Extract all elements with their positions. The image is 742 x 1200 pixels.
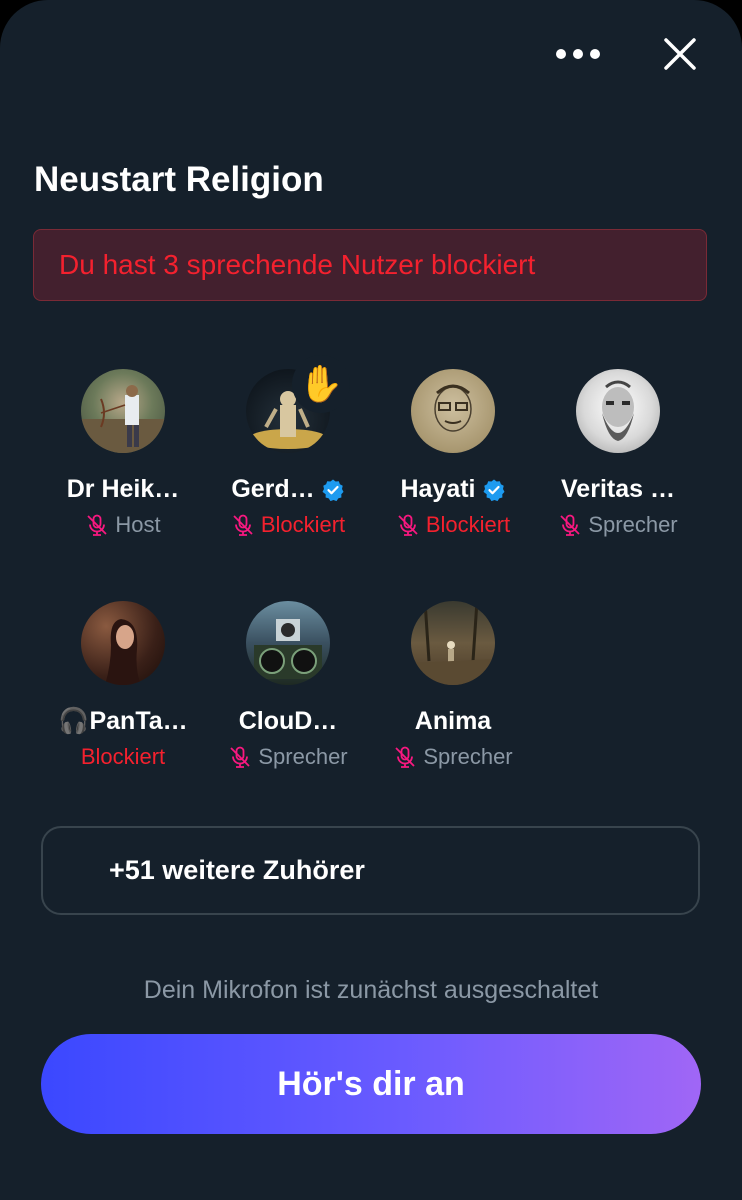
mic-muted-icon [398, 514, 418, 536]
participant-6[interactable]: ClouD… Sprecher [203, 601, 373, 770]
more-horizontal-icon [556, 49, 600, 59]
blocked-speakers-banner: Du hast 3 sprechende Nutzer blockiert [33, 229, 707, 301]
listen-button-label: Hör's dir an [277, 1064, 465, 1103]
participant-3[interactable]: Hayati Blockiert [368, 369, 538, 538]
participant-7[interactable]: Anima Sprecher [368, 601, 538, 770]
verified-badge-icon [483, 479, 505, 501]
participant-name: Gerd… [231, 475, 315, 503]
participant-name: Hayati [400, 475, 476, 503]
participant-1[interactable]: Dr Heik… Host [38, 369, 208, 538]
avatar [81, 601, 165, 685]
avatar [411, 601, 495, 685]
participant-role: Blockiert [80, 744, 166, 769]
avatar [411, 369, 495, 453]
top-actions [552, 28, 706, 80]
space-sheet: Neustart Religion Du hast 3 sprechende N… [0, 0, 742, 1200]
participant-role: Host [115, 512, 161, 537]
participant-name: Anima [414, 707, 492, 735]
participant-name: Veritas … [561, 475, 675, 503]
blocked-banner-text: Du hast 3 sprechende Nutzer blockiert [59, 249, 536, 280]
participant-5[interactable]: 🎧PanTa… Blockiert [38, 601, 208, 770]
participant-2[interactable]: ✋ Gerd… Blockiert [203, 355, 373, 538]
avatar [576, 369, 660, 453]
participant-role: Blockiert [425, 512, 511, 537]
participant-name: ClouD… [238, 707, 338, 735]
space-title: Neustart Religion [34, 160, 324, 199]
close-button[interactable] [654, 28, 706, 80]
listen-button[interactable]: Hör's dir an [41, 1034, 701, 1134]
mic-muted-icon [560, 514, 580, 536]
participant-4[interactable]: Veritas … Sprecher [533, 369, 703, 538]
avatar [246, 601, 330, 685]
participant-name: 🎧PanTa… [58, 707, 188, 735]
participant-name: Dr Heik… [66, 475, 180, 503]
close-icon [664, 38, 696, 70]
mic-off-note: Dein Mikrofon ist zunächst ausgeschaltet [143, 976, 599, 1004]
more-listeners-button[interactable]: +51 weitere Zuhörer [41, 826, 700, 915]
mic-muted-icon [87, 514, 108, 536]
verified-badge-icon [322, 479, 344, 501]
participant-role: Sprecher [423, 744, 513, 769]
participant-role: Sprecher [258, 744, 348, 769]
mic-muted-icon [395, 746, 415, 768]
participant-role: Blockiert [260, 512, 346, 537]
raised-hand-icon: ✋ [292, 355, 350, 413]
participant-role: Sprecher [588, 512, 678, 537]
mic-muted-icon [230, 746, 250, 768]
more-listeners-label: +51 weitere Zuhörer [109, 855, 365, 885]
mic-muted-icon [233, 514, 253, 536]
avatar [81, 369, 165, 453]
more-options-button[interactable] [552, 28, 604, 80]
